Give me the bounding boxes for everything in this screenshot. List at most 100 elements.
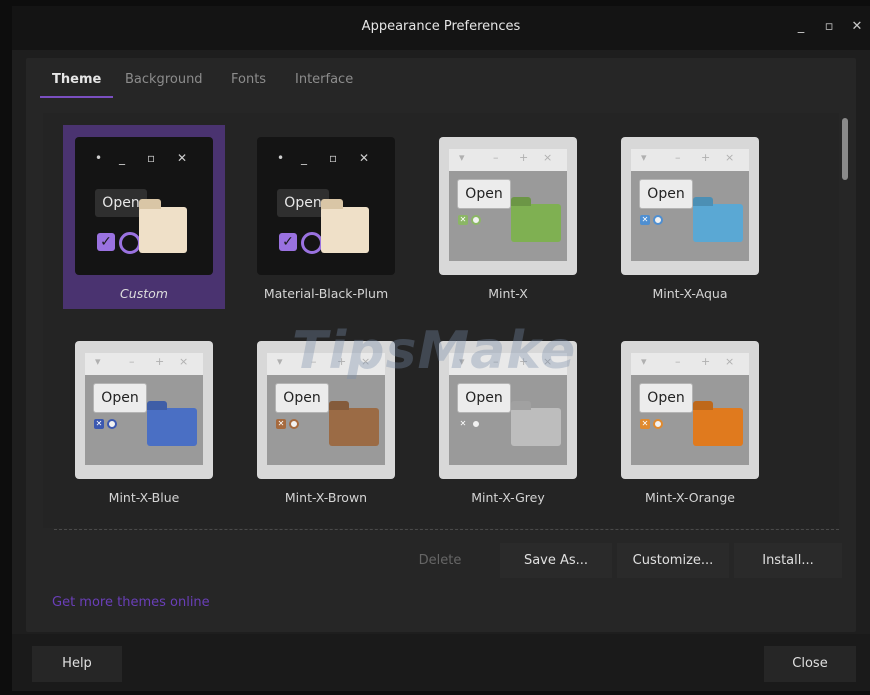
checkbox-icon: ✕ [640,419,650,429]
radio-icon [107,419,117,429]
folder-icon [693,204,743,242]
close-window-button[interactable]: ✕ [848,18,866,36]
checkbox-icon: ✕ [458,215,468,225]
preview-titlebar: ▾ – + × [631,353,749,375]
theme-item-mint-x-orange[interactable]: ▾ – + × Open ✕ Mint-X-Orange [609,329,771,513]
theme-preview: ▾ – + × Open ✕ [439,137,577,275]
close-button[interactable]: Close [764,646,856,682]
checkbox-icon: ✕ [640,215,650,225]
preview-window-control-icon: – [129,355,135,368]
theme-item-mint-x-blue[interactable]: ▾ – + × Open ✕ Mint-X-Blue [63,329,225,513]
tab-fonts[interactable]: Fonts [231,64,266,96]
theme-name: Mint-X-Grey [471,490,545,505]
radio-icon [289,419,299,429]
tab-interface[interactable]: Interface [295,64,353,96]
theme-preview: • _ ▫ ✕ Open ✓ [257,137,395,275]
theme-name: Mint-X-Orange [645,490,735,505]
preview-titlebar: ▾ – + × [85,353,203,375]
preview-window-control-icon: _ [119,151,125,165]
folder-icon [329,408,379,446]
preview-window-control-icon: _ [301,151,307,165]
preview-window-control-icon: × [543,151,553,164]
preview-window-control-icon: – [675,151,681,164]
preview-body: Open ✕ [267,375,385,465]
folder-icon [511,204,561,242]
theme-preview: ▾ – + × Open ✕ [75,341,213,479]
scrollbar[interactable] [842,118,848,180]
preview-window-control-icon: ▾ [459,151,465,164]
titlebar: Appearance Preferences _ ▫ ✕ [12,6,870,50]
theme-name: Mint-X [488,286,528,301]
preview-window-control-icon: × [725,355,735,368]
radio-icon [653,215,663,225]
preview-window-control-icon: ✕ [177,151,188,165]
preview-window-control-icon: – [493,151,499,164]
radio-icon [653,419,663,429]
preview-window-control-icon: ▾ [641,151,647,164]
preview-open-button: Open [275,383,329,413]
minimize-button[interactable]: _ [792,18,810,36]
preview-window-control-icon: × [179,355,189,368]
radio-icon [301,232,323,254]
preview-window-control-icon: ▾ [95,355,101,368]
preview-window-control-icon: ✕ [359,151,370,165]
customize-button[interactable]: Customize... [617,543,729,578]
preview-open-button: Open [457,383,511,413]
get-more-themes-link[interactable]: Get more themes online [52,595,210,610]
preview-window-control-icon: – [675,355,681,368]
window-title: Appearance Preferences [361,19,521,34]
checkbox-icon: ✓ [97,233,115,251]
checkbox-icon: ✕ [276,419,286,429]
preview-body: Open ✕ [449,375,567,465]
preview-titlebar: ▾ – + × [449,149,567,171]
theme-item-mint-x-aqua[interactable]: ▾ – + × Open ✕ Mint-X-Aqua [609,125,771,309]
theme-item-material-black-plum[interactable]: • _ ▫ ✕ Open ✓ Material-Black-Plum [245,125,407,309]
delete-button[interactable]: Delete [387,543,493,578]
theme-name: Mint-X-Aqua [652,286,728,301]
preview-window-control-icon: + [701,151,711,164]
install-button[interactable]: Install... [734,543,842,578]
maximize-button[interactable]: ▫ [820,18,838,36]
save-as-button[interactable]: Save As... [500,543,612,578]
preview-open-button: Open [457,179,511,209]
theme-name: Mint-X-Blue [108,490,180,505]
preview-titlebar: • _ ▫ ✕ [267,149,385,171]
checkbox-icon: ✓ [279,233,297,251]
tab-background[interactable]: Background [125,64,203,96]
appearance-preferences-window: Appearance Preferences _ ▫ ✕ Theme Backg… [12,6,870,691]
theme-preview: • _ ▫ ✕ Open ✓ [75,137,213,275]
checkbox-icon: ✕ [94,419,104,429]
theme-preview: ▾ – + × Open ✕ [621,137,759,275]
radio-icon [119,232,141,254]
folder-icon [139,199,187,253]
preview-body: Open ✕ [631,375,749,465]
theme-preview: ▾ – + × Open ✕ [621,341,759,479]
watermark: TipsMake [292,321,577,381]
preview-window-control-icon: + [519,151,529,164]
preview-titlebar: ▾ – + × [631,149,749,171]
preview-window-control-icon: • [95,151,103,165]
theme-item-mint-x[interactable]: ▾ – + × Open ✕ Mint-X [427,125,589,309]
tab-theme[interactable]: Theme [39,64,114,98]
preview-window-control-icon: × [725,151,735,164]
preview-titlebar: • _ ▫ ✕ [85,149,203,171]
folder-icon [147,408,197,446]
preview-body: Open ✕ [631,171,749,261]
folder-icon [693,408,743,446]
theme-item-custom[interactable]: • _ ▫ ✕ Open ✓ Custom [63,125,225,309]
preview-window-control-icon: ▫ [147,151,156,165]
preview-open-button: Open [93,383,147,413]
preview-body: Open ✕ [449,171,567,261]
preview-window-control-icon: ▾ [641,355,647,368]
footer-bar [12,634,870,691]
preview-open-button: Open [639,383,693,413]
folder-icon [511,408,561,446]
radio-icon [471,419,481,429]
checkbox-icon: ✕ [458,419,468,429]
separator [54,529,839,530]
theme-name: Mint-X-Brown [284,490,368,505]
preview-body: Open ✕ [85,375,203,465]
help-button[interactable]: Help [32,646,122,682]
folder-icon [321,199,369,253]
preview-window-control-icon: • [277,151,285,165]
